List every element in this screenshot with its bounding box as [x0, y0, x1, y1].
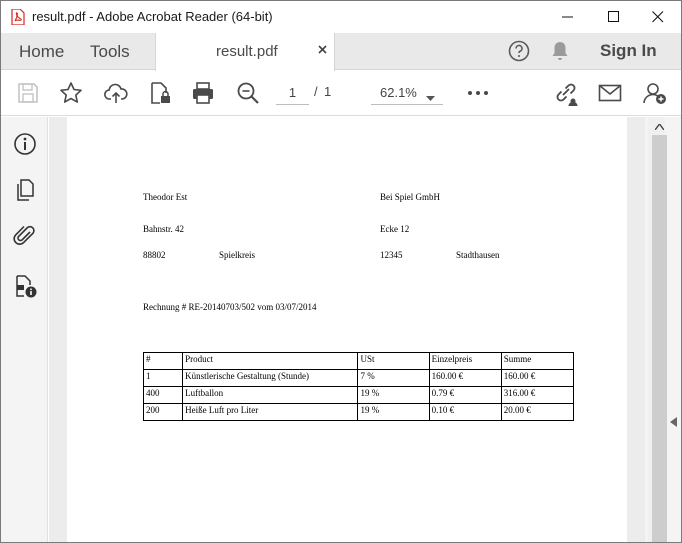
- column-header: Summe: [500, 352, 575, 370]
- minimize-button[interactable]: [545, 1, 591, 33]
- window-title: result.pdf - Adobe Acrobat Reader (64-bi…: [32, 9, 273, 24]
- table-row: 400 Luftballon 19 % 0.79 € 316.00 €: [142, 386, 575, 404]
- zoom-dropdown[interactable]: 62.1%: [371, 80, 443, 105]
- seller-city: Spielkreis: [219, 250, 255, 260]
- email-icon[interactable]: [597, 80, 623, 106]
- pages-icon[interactable]: [12, 177, 38, 203]
- share-link-icon[interactable]: [553, 80, 579, 106]
- table-cell: 1: [142, 369, 184, 387]
- current-page-input[interactable]: 1: [276, 80, 309, 105]
- seller-zip: 88802: [143, 250, 166, 260]
- seller-name: Theodor Est: [143, 192, 188, 202]
- chevron-down-icon: [426, 89, 435, 107]
- tab-bar: Home Tools result.pdf Sign In: [1, 33, 681, 71]
- right-panel: [645, 117, 681, 542]
- window-close-button[interactable]: [635, 1, 681, 33]
- table-cell: 400: [142, 386, 184, 404]
- document-tab-label: result.pdf: [216, 43, 278, 60]
- column-header: #: [142, 352, 184, 370]
- column-header: Einzelpreis: [428, 352, 502, 370]
- scrollbar-thumb[interactable]: [652, 135, 667, 542]
- acrobat-window: result.pdf - Adobe Acrobat Reader (64-bi…: [0, 0, 682, 543]
- table-cell: 0.10 €: [428, 403, 502, 421]
- toolbar: 1 / 1 62.1%: [1, 71, 681, 116]
- title-bar: result.pdf - Adobe Acrobat Reader (64-bi…: [1, 1, 681, 33]
- tab-tools[interactable]: Tools: [90, 42, 130, 62]
- column-header: USt: [357, 352, 430, 370]
- tab-home[interactable]: Home: [19, 42, 64, 62]
- table-cell: 7 %: [357, 369, 430, 387]
- vertical-scrollbar[interactable]: [648, 117, 668, 542]
- page-separator: /: [314, 84, 318, 99]
- buyer-city: Stadthausen: [456, 250, 500, 260]
- pdf-page: Theodor Est Bahnstr. 42 88802 Spielkreis…: [67, 117, 627, 542]
- protect-file-icon[interactable]: [147, 80, 173, 106]
- column-header: Product: [182, 352, 359, 370]
- zoom-value: 62.1%: [380, 85, 417, 100]
- buyer-street: Ecke 12: [380, 224, 410, 234]
- maximize-button[interactable]: [591, 1, 637, 33]
- buyer-name: Bei Spiel GmbH: [380, 192, 440, 202]
- table-cell: 160.00 €: [500, 369, 575, 387]
- upload-cloud-icon[interactable]: [103, 80, 129, 106]
- file-info-icon[interactable]: [12, 273, 38, 299]
- attachment-icon[interactable]: [12, 223, 38, 249]
- tab-document[interactable]: result.pdf: [155, 33, 335, 71]
- table-cell: 316.00 €: [500, 386, 575, 404]
- table-row: 200 Heiße Luft pro Liter 19 % 0.10 € 20.…: [142, 403, 575, 421]
- print-icon[interactable]: [190, 80, 216, 106]
- table-cell: 19 %: [357, 386, 430, 404]
- zoom-search-icon[interactable]: [235, 80, 261, 106]
- invoice-title: Rechnung # RE-20140703/502 vom 03/07/201…: [143, 302, 317, 312]
- buyer-zip: 12345: [380, 250, 403, 260]
- close-tab-icon[interactable]: [316, 43, 330, 57]
- scroll-up-arrow-icon[interactable]: [651, 119, 668, 135]
- table-cell: Künstlerische Gestaltung (Stunde): [182, 369, 359, 387]
- total-pages: 1: [324, 84, 332, 99]
- acrobat-pdf-icon: [11, 8, 25, 26]
- invoice-table: # Product USt Einzelpreis Summe 1 Künstl…: [142, 352, 575, 421]
- seller-street: Bahnstr. 42: [143, 224, 185, 234]
- table-row: 1 Künstlerische Gestaltung (Stunde) 7 % …: [142, 369, 575, 387]
- table-cell: 0.79 €: [428, 386, 502, 404]
- document-viewer: Theodor Est Bahnstr. 42 88802 Spielkreis…: [49, 117, 645, 542]
- notifications-bell-icon[interactable]: [550, 40, 570, 67]
- help-icon[interactable]: [508, 40, 530, 67]
- more-icon[interactable]: [465, 80, 491, 106]
- expand-right-panel-icon[interactable]: [670, 414, 677, 432]
- save-icon[interactable]: [15, 80, 41, 106]
- table-header-row: # Product USt Einzelpreis Summe: [142, 352, 575, 370]
- table-cell: 19 %: [357, 403, 430, 421]
- sign-in-button[interactable]: Sign In: [600, 41, 657, 61]
- info-icon[interactable]: [12, 131, 38, 157]
- table-cell: 200: [142, 403, 184, 421]
- table-cell: 20.00 €: [500, 403, 575, 421]
- add-user-icon[interactable]: [642, 80, 668, 106]
- table-cell: 160.00 €: [428, 369, 502, 387]
- table-cell: Heiße Luft pro Liter: [182, 403, 359, 421]
- table-cell: Luftballon: [182, 386, 359, 404]
- left-navigation-rail: [1, 117, 48, 542]
- star-icon[interactable]: [58, 80, 84, 106]
